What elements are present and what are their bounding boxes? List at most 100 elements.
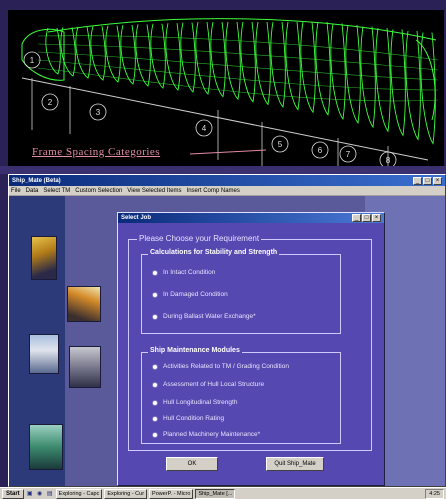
folder-icon[interactable]: ▤	[46, 490, 54, 498]
select-job-dialog: Select Job _ □ × Please Choose your Requ…	[117, 212, 385, 486]
dialog-maximize-button[interactable]: □	[362, 214, 371, 222]
menu-file[interactable]: File	[11, 188, 21, 194]
option-tm-grading[interactable]: Activities Related to TM / Grading Condi…	[152, 363, 289, 370]
menu-select-tm[interactable]: Select TM	[43, 188, 70, 194]
task-powerpoint[interactable]: PowerP. - Micro	[149, 488, 194, 499]
radio-icon[interactable]	[152, 431, 158, 438]
radio-icon[interactable]	[152, 399, 158, 406]
frame-section	[180, 22, 196, 93]
maintenance-group-title: Ship Maintenance Modules	[148, 347, 242, 354]
task-exploring-1[interactable]: Exploring - Capc	[55, 488, 103, 499]
frame-section	[90, 26, 106, 81]
frame-section	[105, 25, 121, 83]
option-intact-condition[interactable]: In Intact Condition	[152, 269, 215, 276]
frame-marker-label: 6	[318, 146, 323, 155]
hull-figure: 1 2 3 4 5 6 7 8 Frame Spacing Categories	[8, 10, 444, 166]
radio-icon[interactable]	[152, 313, 158, 320]
caption-arrow	[189, 149, 267, 155]
frame-section	[420, 32, 436, 145]
frame-section	[165, 23, 181, 91]
frame-section	[210, 21, 226, 98]
ship-photo-1	[31, 236, 57, 280]
frame-section	[60, 27, 76, 77]
frame-section	[390, 29, 406, 137]
menu-data[interactable]: Data	[26, 188, 39, 194]
clock: 4:25	[425, 488, 444, 499]
radio-icon[interactable]	[152, 269, 158, 276]
ship-photo-3	[29, 334, 59, 374]
radio-icon[interactable]	[152, 415, 158, 422]
requirement-legend: Please Choose your Requirement	[137, 234, 262, 243]
menu-insert-comp-names[interactable]: Insert Comp Names	[187, 188, 240, 194]
ship-photo-4	[69, 346, 101, 388]
radio-icon[interactable]	[152, 291, 158, 298]
quit-button[interactable]: Quit Ship_Mate	[266, 457, 324, 471]
frame-section	[360, 26, 376, 129]
frame-section	[300, 21, 316, 114]
frame-section	[120, 24, 136, 85]
option-hull-condition-rating[interactable]: Hull Condition Rating	[152, 415, 224, 422]
maintenance-group: Ship Maintenance Modules Activities Rela…	[141, 347, 341, 444]
option-planned-machinery-maintenance[interactable]: Planned Machinery Maintenance*	[152, 431, 260, 438]
frame-section	[135, 24, 151, 87]
option-hull-longitudinal-strength[interactable]: Hull Longitudinal Strength	[152, 399, 237, 406]
background-stripe	[0, 166, 446, 174]
frame-section	[255, 21, 271, 106]
frame-section	[330, 23, 346, 120]
radio-icon[interactable]	[152, 381, 158, 388]
menu-custom-selection[interactable]: Custom Selection	[75, 188, 122, 194]
hull-wireframe: 1 2 3 4 5 6 7 8	[21, 18, 439, 166]
start-button[interactable]: Start	[2, 488, 24, 499]
frame-section	[345, 24, 361, 125]
maximize-button[interactable]: □	[423, 176, 432, 185]
stern-section	[21, 28, 65, 81]
frame-section	[375, 27, 391, 133]
task-ship-mate[interactable]: Ship_Mate [...	[195, 488, 236, 499]
browser-icon[interactable]: ◉	[36, 490, 44, 498]
minimize-button[interactable]: _	[413, 176, 422, 185]
frame-section	[195, 21, 211, 95]
close-button[interactable]: ×	[433, 176, 442, 185]
frame-marker-label: 1	[30, 56, 35, 65]
frame-section	[225, 21, 241, 101]
dialog-close-button[interactable]: ×	[372, 214, 381, 222]
menu-view-selected-items[interactable]: View Selected Items	[127, 188, 181, 194]
stability-group: Calculations for Stability and Strength …	[141, 249, 341, 334]
task-exploring-2[interactable]: Exploring - Cur	[104, 488, 148, 499]
frame-marker-label: 5	[278, 140, 283, 149]
frame-marker-label: 3	[96, 108, 101, 117]
option-ballast-water-exchange[interactable]: During Ballast Water Exchange*	[152, 313, 256, 320]
option-damaged-condition[interactable]: In Damaged Condition	[152, 291, 228, 298]
menu-bar: File Data Select TM Custom Selection Vie…	[9, 186, 445, 196]
option-label: Assessment of Hull Local Structure	[163, 381, 265, 388]
figure-caption: Frame Spacing Categories	[32, 146, 161, 158]
waterline	[37, 35, 439, 61]
dialog-body: Please Choose your Requirement Calculati…	[118, 223, 384, 485]
frame-section	[405, 30, 421, 141]
desktop-icon[interactable]: ▣	[26, 490, 34, 498]
waterline	[37, 51, 439, 81]
frame-marker-label: 7	[346, 150, 351, 159]
frame-marker-label: 8	[386, 156, 391, 165]
frame-section	[75, 26, 91, 79]
dialog-minimize-button[interactable]: _	[352, 214, 361, 222]
ok-button[interactable]: OK	[166, 457, 218, 471]
frame-section	[270, 21, 286, 108]
option-label: Planned Machinery Maintenance*	[163, 431, 261, 438]
app-title: Ship_Mate (Beta)	[12, 177, 61, 184]
dialog-titlebar: Select Job _ □ ×	[118, 213, 384, 223]
option-label: In Damaged Condition	[163, 291, 228, 298]
radio-icon[interactable]	[152, 363, 158, 370]
option-label: Hull Condition Rating	[163, 415, 225, 422]
option-label: In Intact Condition	[163, 269, 216, 276]
frame-section	[150, 23, 166, 89]
dialog-title: Select Job	[121, 215, 152, 221]
app-titlebar: Ship_Mate (Beta) _ □ ×	[9, 175, 445, 186]
workspace: Select Job _ □ × Please Choose your Requ…	[9, 196, 445, 486]
frame-section	[240, 21, 256, 103]
ship-photo-5	[29, 424, 63, 470]
frame-section	[45, 27, 61, 75]
option-hull-local-structure[interactable]: Assessment of Hull Local Structure	[152, 381, 264, 388]
ship-photo-2	[67, 286, 101, 322]
taskbar: Start ▣ ◉ ▤ Exploring - Capc Exploring -…	[0, 487, 446, 499]
